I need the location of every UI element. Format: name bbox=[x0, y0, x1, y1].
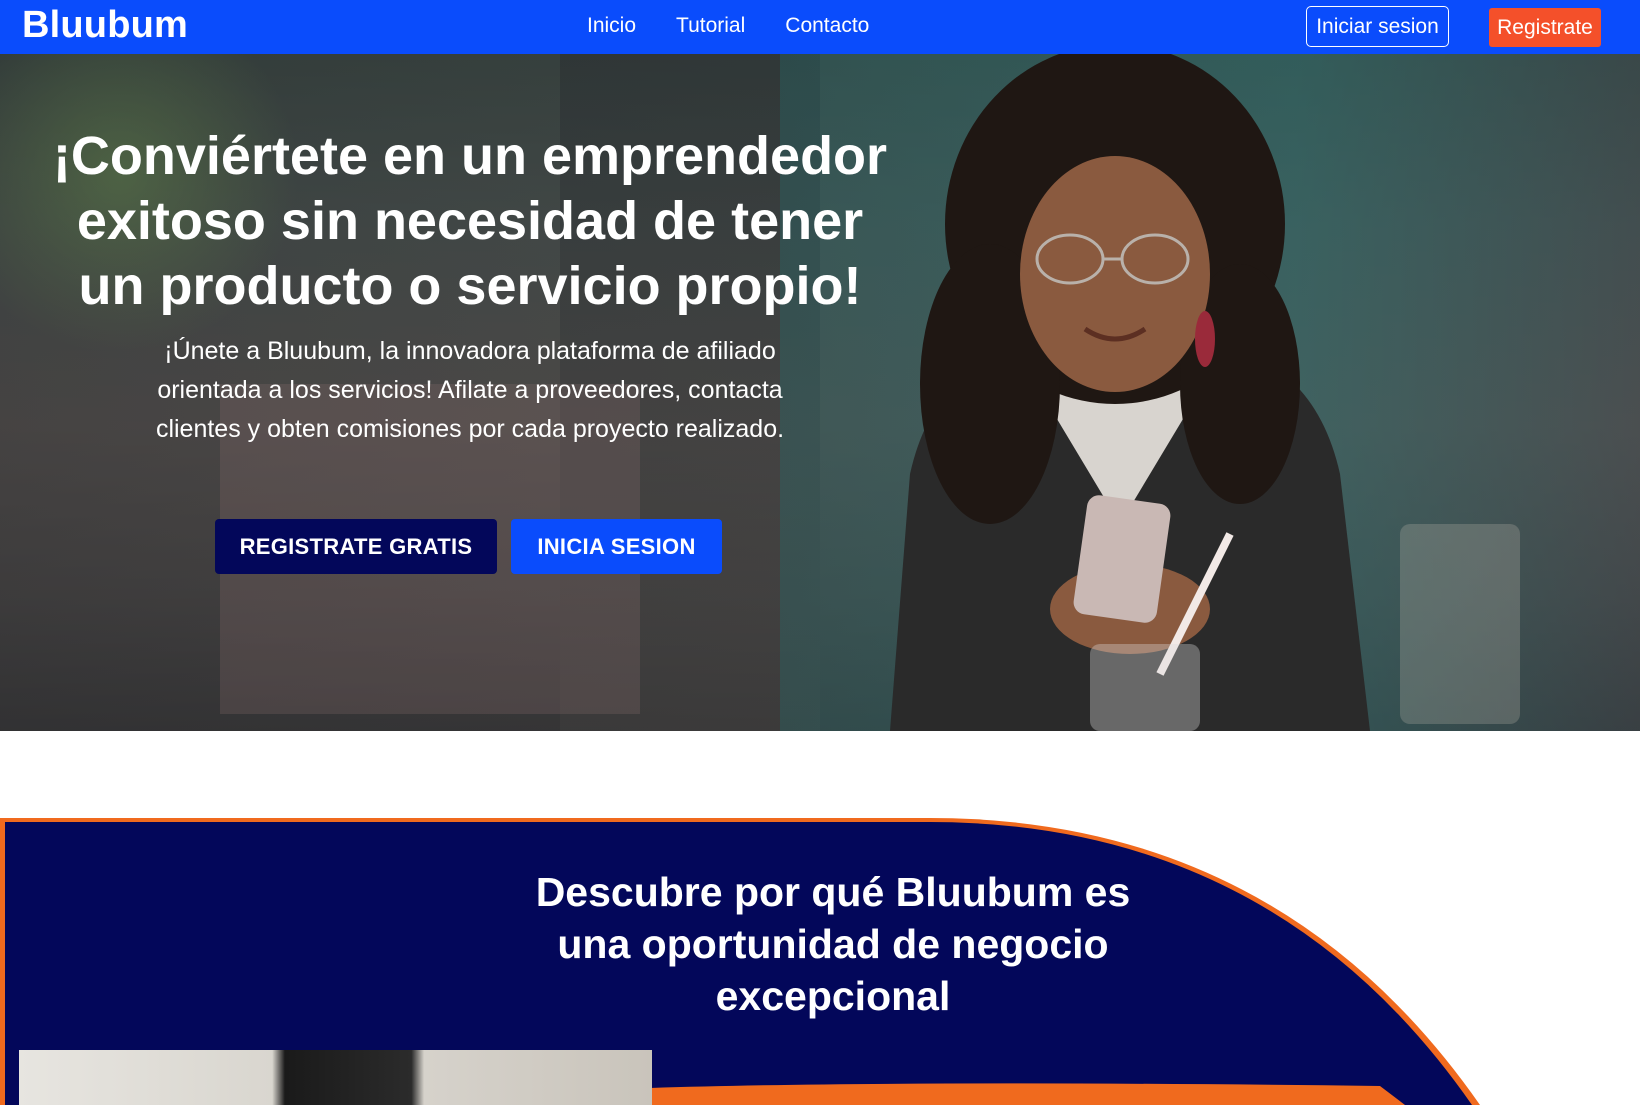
nav-link-tutorial[interactable]: Tutorial bbox=[676, 14, 745, 38]
nav-link-contacto[interactable]: Contacto bbox=[785, 14, 869, 38]
hero-subtitle: ¡Únete a Bluubum, la innovadora platafor… bbox=[155, 337, 785, 443]
top-navbar: Bluubum Inicio Tutorial Contacto Iniciar… bbox=[0, 0, 1640, 54]
section-title: Descubre por qué Bluubum es una oportuni… bbox=[535, 869, 1131, 1019]
woman-with-phone-image bbox=[890, 54, 1370, 731]
opportunity-section: Descubre por qué Bluubum es una oportuni… bbox=[0, 818, 1640, 1105]
hero-login-button[interactable]: INICIA SESION bbox=[511, 519, 722, 574]
hero-section: ¡Conviértete en un emprendedor exitoso s… bbox=[0, 54, 1640, 731]
nav-links: Inicio Tutorial Contacto bbox=[587, 14, 909, 38]
background-blur-shape bbox=[1400, 524, 1520, 724]
login-button[interactable]: Iniciar sesion bbox=[1306, 6, 1449, 47]
hero-title: ¡Conviértete en un emprendedor exitoso s… bbox=[52, 126, 888, 316]
nav-link-inicio[interactable]: Inicio bbox=[587, 14, 636, 38]
register-free-button[interactable]: REGISTRATE GRATIS bbox=[215, 519, 497, 574]
brand-logo[interactable]: Bluubum bbox=[22, 4, 188, 47]
office-photo-image bbox=[19, 1050, 652, 1105]
register-button[interactable]: Registrate bbox=[1489, 8, 1601, 47]
